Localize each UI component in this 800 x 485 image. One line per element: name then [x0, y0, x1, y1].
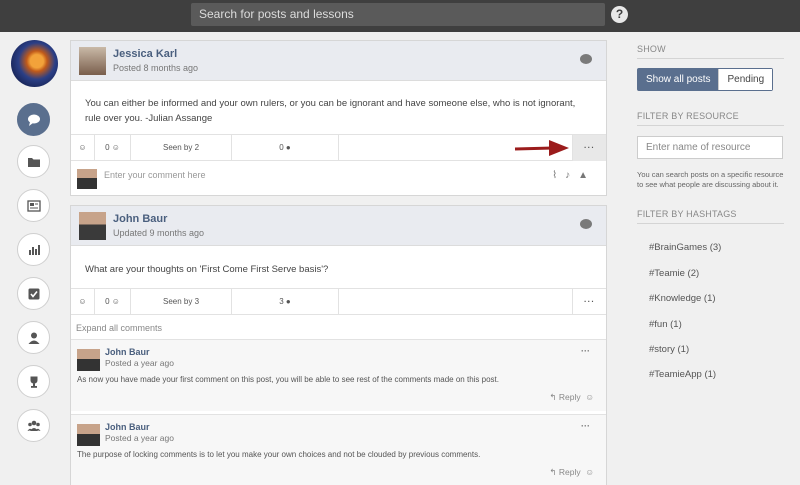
seen-by[interactable]: Seen by 3: [131, 289, 232, 315]
post-body-line: rule over you. -Julian Assange: [85, 113, 213, 124]
smiley-icon[interactable]: ☺: [71, 289, 95, 315]
hashtag-link[interactable]: #fun (1): [649, 319, 682, 330]
comment-timestamp: Posted a year ago: [105, 433, 174, 443]
bar-chart-icon[interactable]: [17, 233, 50, 266]
search-input[interactable]: Search for posts and lessons: [191, 3, 605, 26]
like-count-value: 0: [105, 143, 110, 152]
chat-icon[interactable]: [17, 103, 50, 136]
comment-timestamp: Posted a year ago: [105, 358, 174, 368]
comment-item: John Baur Posted a year ago ··· As now y…: [71, 339, 606, 411]
post-actions: ☺ 0 ☺ Seen by 3 3 ● ···: [71, 288, 606, 315]
divider: [637, 58, 784, 59]
post-author[interactable]: John Baur: [113, 213, 167, 225]
comment-icon[interactable]: [580, 54, 592, 64]
comment-count[interactable]: 0 ●: [232, 135, 339, 161]
comment-count[interactable]: 3 ●: [232, 289, 339, 315]
post-timestamp: Posted 8 months ago: [113, 63, 199, 73]
hashtag-link[interactable]: #story (1): [649, 344, 689, 355]
comment-text: The purpose of locking comments is to le…: [77, 450, 481, 459]
sidebar: [0, 32, 68, 485]
hashtag-link[interactable]: #Knowledge (1): [649, 293, 716, 304]
expand-comments-link[interactable]: Expand all comments: [76, 323, 162, 333]
hashtag-link[interactable]: #TeamieApp (1): [649, 369, 716, 380]
comment-text: As now you have made your first comment …: [77, 375, 499, 384]
author-avatar[interactable]: [79, 47, 106, 75]
like-count[interactable]: 0 ☺: [95, 135, 131, 161]
show-all-posts-button[interactable]: Show all posts: [638, 69, 719, 90]
like-count-value: 0: [105, 297, 110, 306]
comment-author[interactable]: John Baur: [105, 422, 150, 432]
comment-count-value: 3: [279, 297, 284, 306]
post-body: You can either be informed and your own …: [85, 96, 590, 126]
reply-button[interactable]: ↰ Reply ☺: [549, 467, 594, 478]
newspaper-icon[interactable]: [17, 189, 50, 222]
post-timestamp: Updated 9 months ago: [113, 228, 205, 238]
post-card: Jessica Karl Posted 8 months ago You can…: [70, 40, 607, 196]
user-avatar: [77, 169, 97, 189]
smiley-icon[interactable]: ☺: [71, 135, 95, 161]
post-header: Jessica Karl Posted 8 months ago: [71, 41, 606, 81]
reply-label: Reply: [558, 467, 581, 477]
post-header: John Baur Updated 9 months ago: [71, 206, 606, 246]
comment-author[interactable]: John Baur: [105, 347, 150, 357]
top-bar: Search for posts and lessons ?: [0, 0, 800, 32]
attachment-icons[interactable]: ⌇♪▲: [552, 170, 596, 181]
comment-menu-button[interactable]: ···: [581, 421, 590, 431]
user-icon[interactable]: [17, 321, 50, 354]
divider: [637, 125, 784, 126]
trophy-icon[interactable]: [17, 365, 50, 398]
commenter-avatar[interactable]: [77, 349, 100, 371]
comment-count-value: 0: [279, 143, 284, 152]
filter-resource-title: FILTER BY RESOURCE: [637, 111, 739, 121]
comment-item: John Baur Posted a year ago ··· The purp…: [71, 414, 606, 485]
post-body-line: You can either be informed and your own …: [85, 98, 576, 109]
help-icon[interactable]: ?: [611, 6, 628, 23]
more-options-button[interactable]: ···: [572, 135, 606, 161]
folder-icon[interactable]: [17, 145, 50, 178]
show-toggle: Show all posts Pending: [637, 68, 774, 91]
checkbox-icon[interactable]: [17, 277, 50, 310]
hashtag-link[interactable]: #BrainGames (3): [649, 242, 721, 253]
commenter-avatar[interactable]: [77, 424, 100, 446]
group-icon[interactable]: [17, 409, 50, 442]
avatar[interactable]: [11, 40, 58, 87]
hashtag-link[interactable]: #Teamie (2): [649, 268, 699, 279]
post-card: John Baur Updated 9 months ago What are …: [70, 205, 607, 485]
divider: [637, 223, 784, 224]
pending-button[interactable]: Pending: [718, 69, 773, 90]
more-options-button[interactable]: ···: [572, 289, 606, 315]
reply-label: Reply: [558, 392, 581, 402]
post-body: What are your thoughts on 'First Come Fi…: [85, 264, 329, 275]
resource-search-input[interactable]: Enter name of resource: [637, 136, 783, 159]
resource-note: You can search posts on a specific resou…: [637, 170, 784, 189]
comment-input[interactable]: Enter your comment here: [104, 170, 206, 180]
show-section-title: SHOW: [637, 44, 666, 54]
filter-hashtags-title: FILTER BY HASHTAGS: [637, 209, 737, 219]
comment-icon[interactable]: [580, 219, 592, 229]
like-count[interactable]: 0 ☺: [95, 289, 131, 315]
author-avatar[interactable]: [79, 212, 106, 240]
comment-menu-button[interactable]: ···: [581, 346, 590, 356]
reply-button[interactable]: ↰ Reply ☺: [549, 392, 594, 403]
arrow-annotation: [514, 140, 569, 156]
comment-input-row: Enter your comment here ⌇♪▲: [71, 162, 606, 193]
seen-by[interactable]: Seen by 2: [131, 135, 232, 161]
post-author[interactable]: Jessica Karl: [113, 48, 177, 60]
